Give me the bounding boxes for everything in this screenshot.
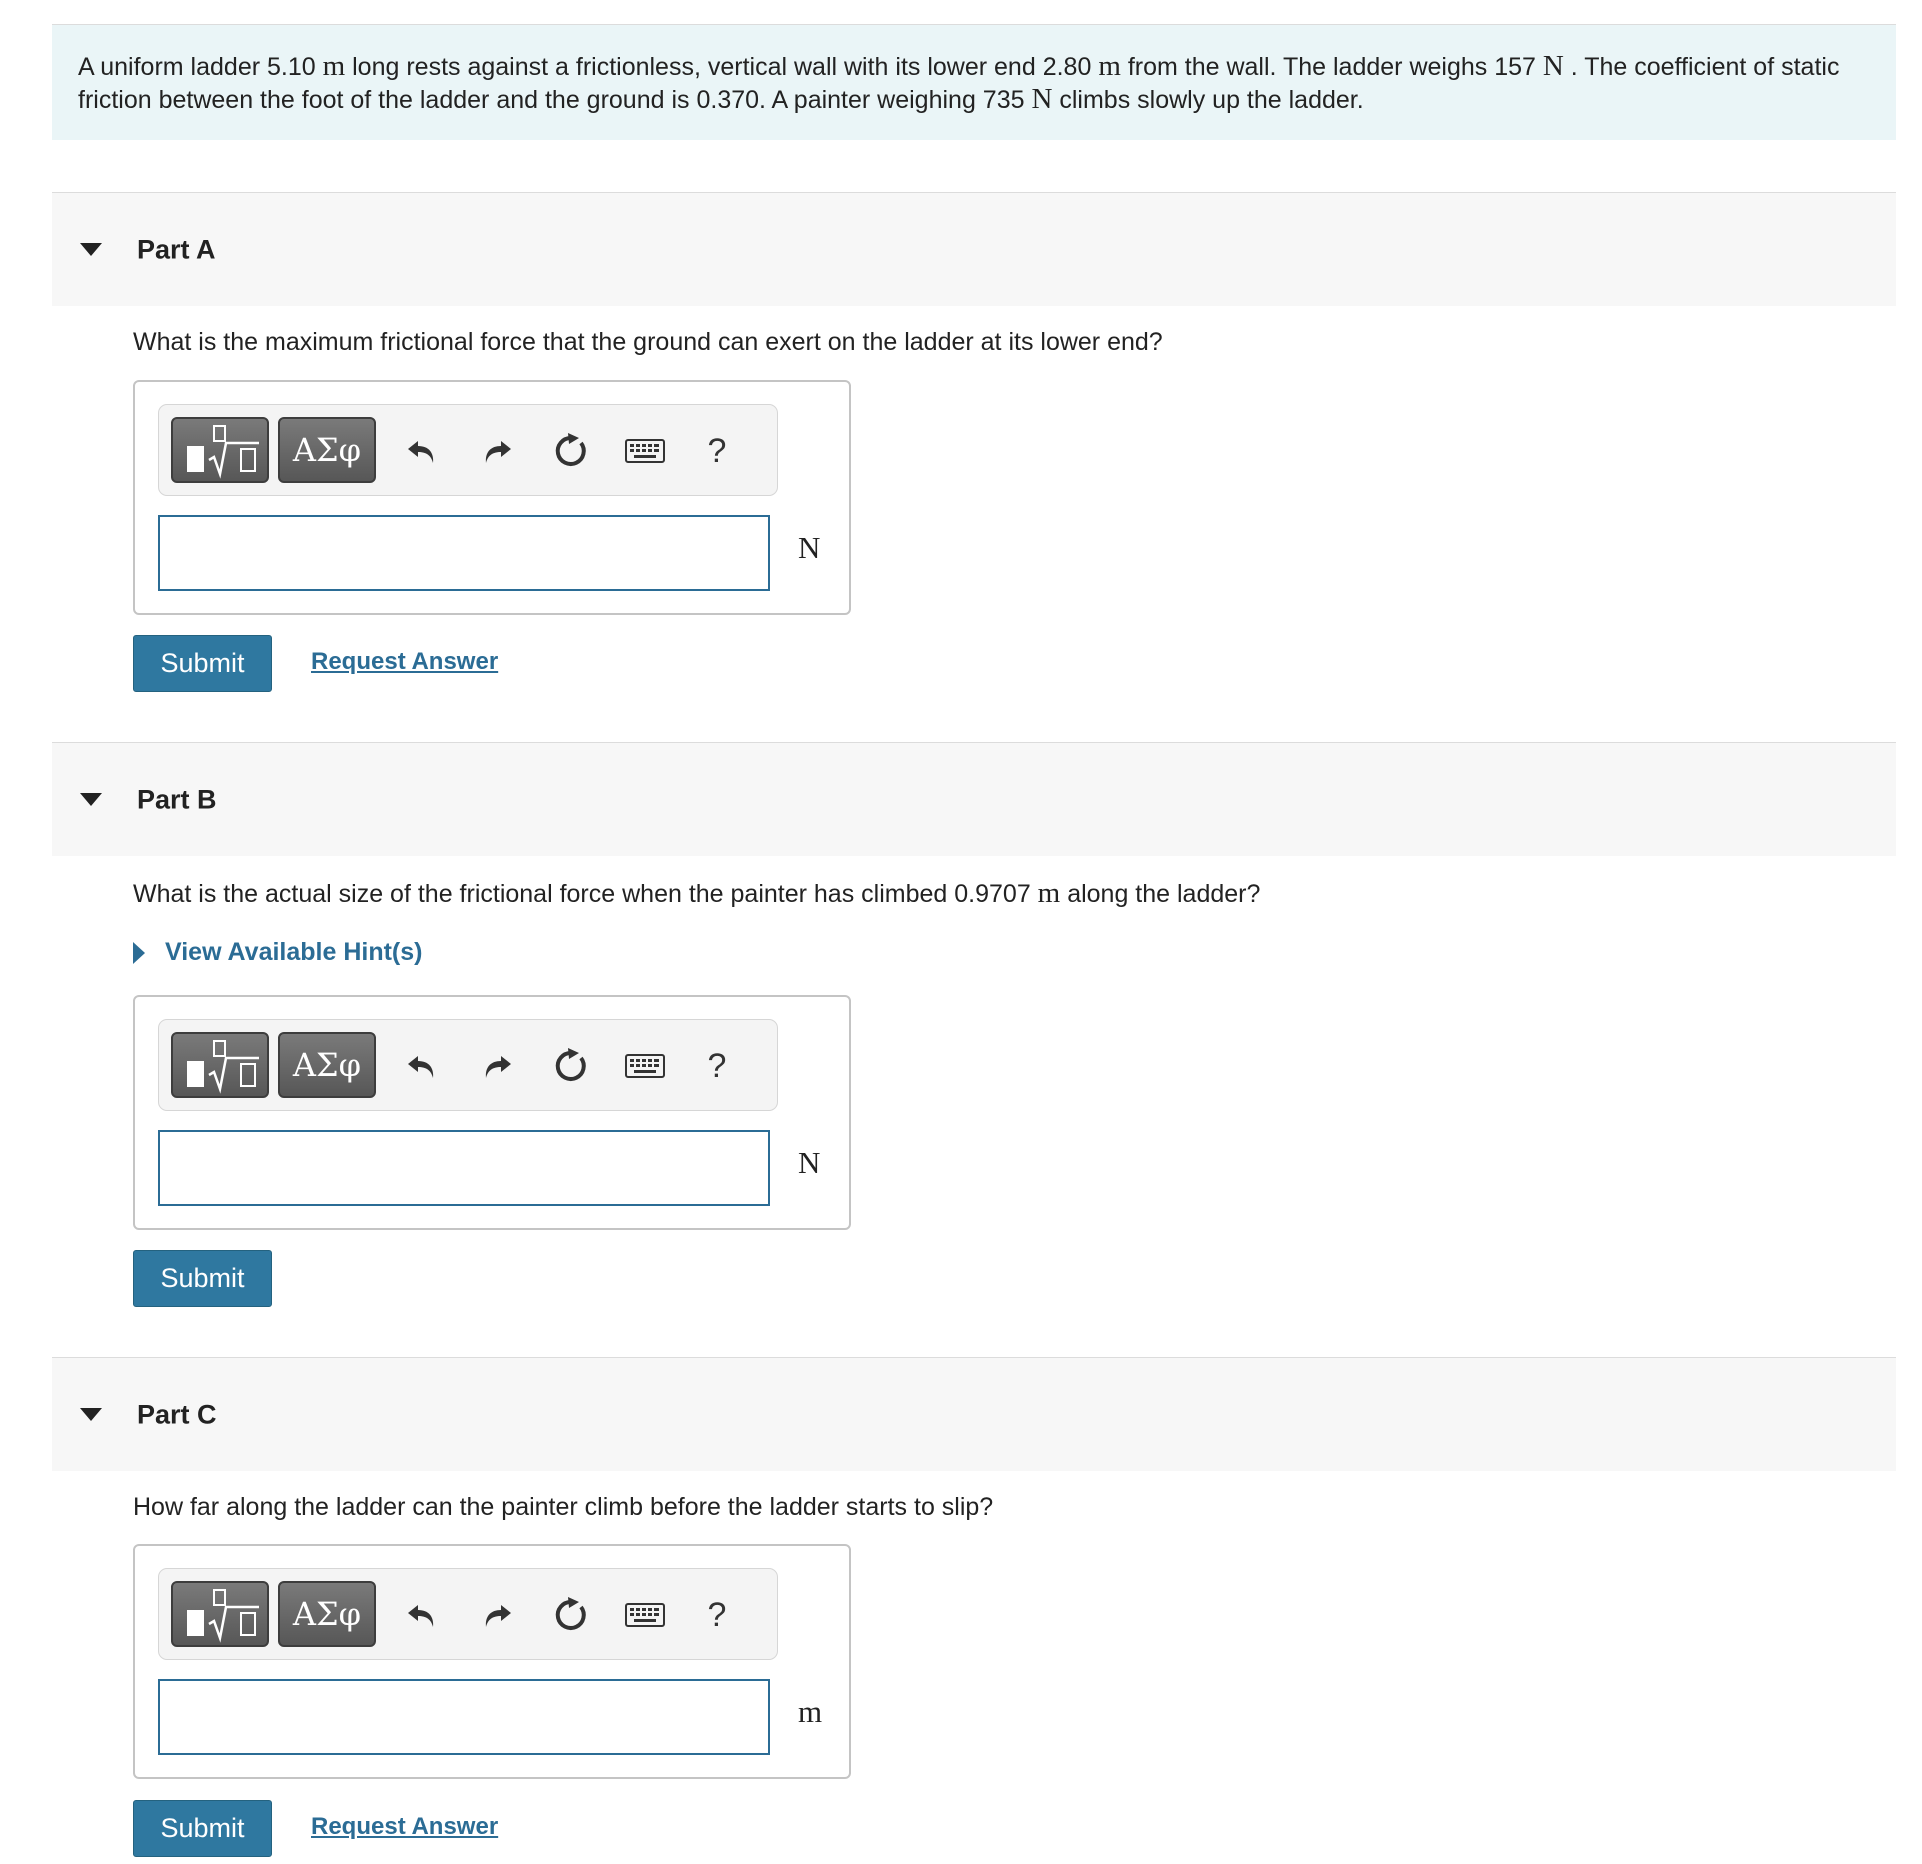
help-icon[interactable]: ?: [692, 1589, 742, 1641]
unit-label: N: [1542, 50, 1564, 82]
keyboard-icon[interactable]: [620, 1589, 670, 1641]
math-toolbar: ΑΣφ ?: [158, 1568, 778, 1660]
submit-button[interactable]: Submit: [133, 1250, 272, 1307]
undo-icon[interactable]: [397, 1589, 447, 1641]
math-toolbar: ΑΣφ ?: [158, 1019, 778, 1111]
submit-button[interactable]: Submit: [133, 1800, 272, 1857]
problem-text: long rests against a frictionless, verti…: [352, 53, 1092, 81]
templates-button[interactable]: [171, 1032, 269, 1098]
part-title: Part C: [137, 1399, 217, 1429]
sqrt-fraction-icon: [208, 1040, 259, 1094]
request-answer-link[interactable]: Request Answer: [311, 1813, 498, 1841]
greek-symbols-button[interactable]: ΑΣφ: [278, 1581, 376, 1647]
unit-label: N: [1031, 83, 1053, 115]
problem-text: from the wall. The ladder weighs 157: [1127, 53, 1536, 81]
sqrt-fraction-icon: [208, 1589, 259, 1643]
redo-icon[interactable]: [472, 1040, 522, 1092]
part-title: Part A: [137, 234, 216, 264]
unit-label: N: [798, 1145, 821, 1180]
reset-icon[interactable]: [546, 425, 596, 477]
reset-icon[interactable]: [546, 1589, 596, 1641]
cursor-block-icon: [187, 1610, 204, 1636]
cursor-block-icon: [187, 446, 204, 472]
question-text: How far along the ladder can the painter…: [133, 1493, 994, 1521]
answer-box: ΑΣφ ? N: [133, 380, 851, 615]
collapse-caret-icon: [80, 792, 102, 806]
question-text-part: along the ladder?: [1067, 880, 1261, 908]
part-b-header[interactable]: Part B: [52, 742, 1896, 856]
redo-icon[interactable]: [472, 425, 522, 477]
hint-label: View Available Hint(s): [165, 938, 423, 966]
undo-icon[interactable]: [397, 425, 447, 477]
request-answer-link[interactable]: Request Answer: [311, 648, 498, 676]
view-hints-link[interactable]: View Available Hint(s): [133, 938, 422, 967]
question-text: What is the actual size of the frictiona…: [133, 877, 1260, 910]
answer-box: ΑΣφ ? N: [133, 995, 851, 1230]
problem-statement: A uniform ladder 5.10 m long rests again…: [52, 24, 1896, 140]
question-text: What is the maximum frictional force tha…: [133, 328, 1163, 356]
collapse-caret-icon: [80, 1407, 102, 1421]
greek-symbols-button[interactable]: ΑΣφ: [278, 417, 376, 483]
part-a-header[interactable]: Part A: [52, 192, 1896, 306]
part-title: Part B: [137, 784, 217, 814]
keyboard-icon[interactable]: [620, 425, 670, 477]
part-c-header[interactable]: Part C: [52, 1357, 1896, 1471]
math-toolbar: ΑΣφ ?: [158, 404, 778, 496]
collapse-caret-icon: [80, 242, 102, 256]
templates-button[interactable]: [171, 417, 269, 483]
problem-text: climbs slowly up the ladder.: [1059, 86, 1364, 114]
answer-box: ΑΣφ ? m: [133, 1544, 851, 1779]
help-icon[interactable]: ?: [692, 425, 742, 477]
answer-input[interactable]: [158, 515, 770, 591]
question-text-part: What is the actual size of the frictiona…: [133, 880, 1031, 908]
unit-label: m: [1037, 877, 1061, 909]
answer-input[interactable]: [158, 1130, 770, 1206]
reset-icon[interactable]: [546, 1040, 596, 1092]
unit-label: N: [798, 530, 821, 565]
undo-icon[interactable]: [397, 1040, 447, 1092]
unit-label: m: [322, 50, 346, 82]
problem-text: A uniform ladder 5.10: [78, 53, 316, 81]
answer-input[interactable]: [158, 1679, 770, 1755]
templates-button[interactable]: [171, 1581, 269, 1647]
sqrt-fraction-icon: [208, 425, 259, 479]
greek-symbols-button[interactable]: ΑΣφ: [278, 1032, 376, 1098]
keyboard-icon[interactable]: [620, 1040, 670, 1092]
cursor-block-icon: [187, 1061, 204, 1087]
unit-label: m: [798, 1694, 823, 1729]
unit-label: m: [1098, 50, 1121, 82]
expand-caret-icon: [133, 941, 145, 964]
help-icon[interactable]: ?: [692, 1040, 742, 1092]
submit-button[interactable]: Submit: [133, 635, 272, 692]
redo-icon[interactable]: [472, 1589, 522, 1641]
